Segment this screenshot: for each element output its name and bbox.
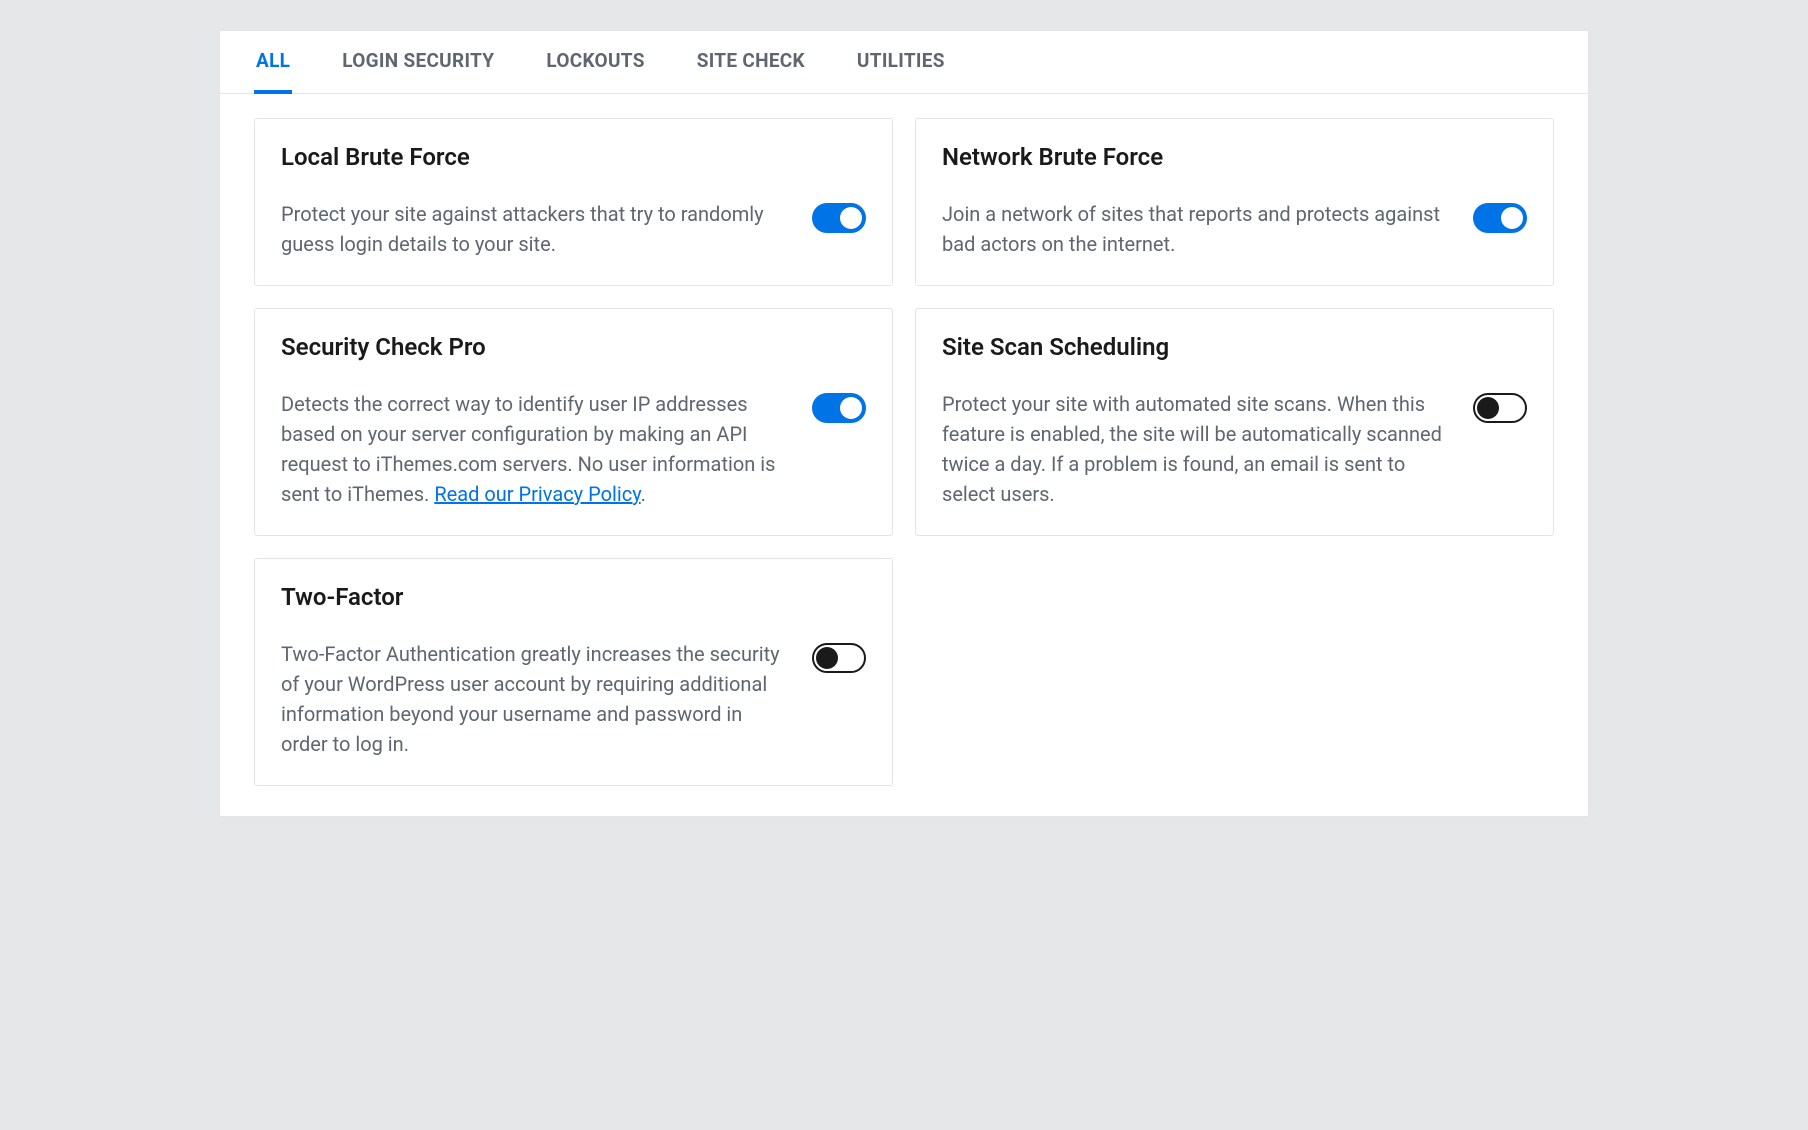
toggle-network-brute-force[interactable] — [1473, 203, 1527, 233]
card-network-brute-force: Network Brute Force Join a network of si… — [915, 118, 1554, 286]
card-security-check-pro: Security Check Pro Detects the correct w… — [254, 308, 893, 536]
card-description-text: . — [641, 482, 646, 506]
tab-site-check[interactable]: SITE CHECK — [695, 49, 807, 94]
tab-all[interactable]: ALL — [254, 49, 292, 94]
toggle-two-factor[interactable] — [812, 643, 866, 673]
tab-utilities[interactable]: UTILITIES — [855, 49, 947, 94]
card-site-scan-scheduling: Site Scan Scheduling Protect your site w… — [915, 308, 1554, 536]
toggle-site-scan-scheduling[interactable] — [1473, 393, 1527, 423]
tab-lockouts[interactable]: LOCKOUTS — [544, 49, 646, 94]
card-description: Detects the correct way to identify user… — [281, 389, 788, 509]
privacy-policy-link[interactable]: Read our Privacy Policy — [434, 482, 640, 506]
card-title: Local Brute Force — [281, 143, 788, 171]
card-title: Security Check Pro — [281, 333, 788, 361]
tabs-bar: ALL LOGIN SECURITY LOCKOUTS SITE CHECK U… — [220, 31, 1588, 94]
card-title: Two-Factor — [281, 583, 788, 611]
card-local-brute-force: Local Brute Force Protect your site agai… — [254, 118, 893, 286]
tab-login-security[interactable]: LOGIN SECURITY — [340, 49, 496, 94]
card-description: Join a network of sites that reports and… — [942, 199, 1449, 259]
card-title: Network Brute Force — [942, 143, 1449, 171]
card-title: Site Scan Scheduling — [942, 333, 1449, 361]
card-description: Two-Factor Authentication greatly increa… — [281, 639, 788, 759]
cards-grid: Local Brute Force Protect your site agai… — [220, 94, 1588, 816]
settings-panel: ALL LOGIN SECURITY LOCKOUTS SITE CHECK U… — [219, 30, 1589, 817]
toggle-security-check-pro[interactable] — [812, 393, 866, 423]
card-description: Protect your site against attackers that… — [281, 199, 788, 259]
card-two-factor: Two-Factor Two-Factor Authentication gre… — [254, 558, 893, 786]
card-description: Protect your site with automated site sc… — [942, 389, 1449, 509]
toggle-local-brute-force[interactable] — [812, 203, 866, 233]
